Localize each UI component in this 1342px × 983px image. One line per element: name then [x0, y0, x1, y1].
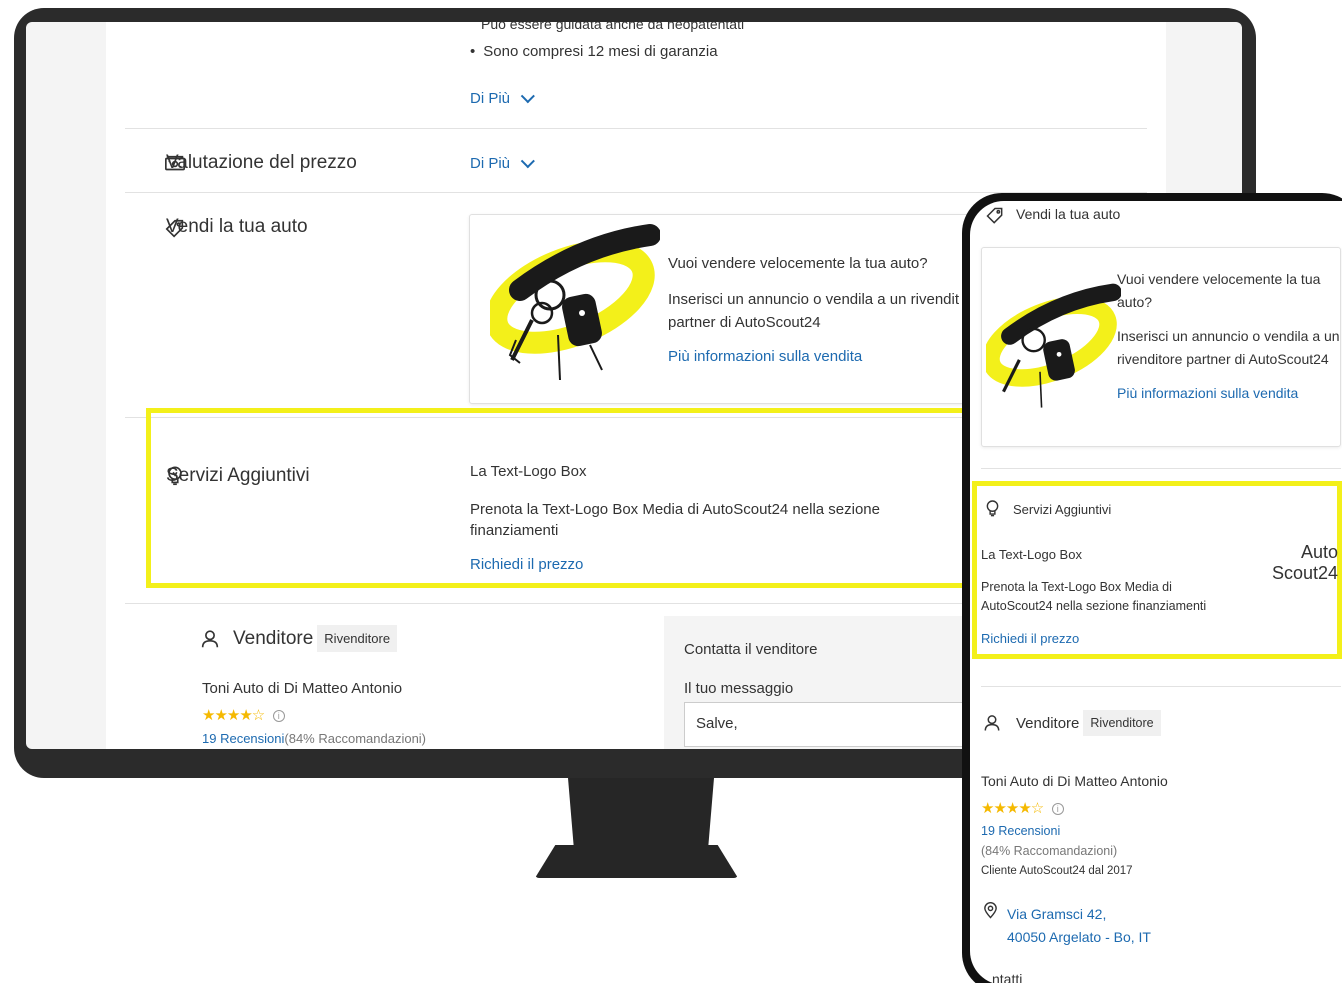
more-label: Di Più: [470, 155, 511, 172]
more-link-price[interactable]: Di Più: [470, 153, 535, 172]
message-field[interactable]: Salve,: [684, 702, 984, 747]
contact-panel: Contatta il venditore Il tuo messaggio S…: [664, 616, 984, 749]
mobile-sell-question: Vuoi vendere velocemente la tua auto?: [1117, 271, 1321, 310]
mobile-seller-header: Venditore Rivenditore: [982, 710, 1161, 736]
bullet-text: Sono compresi 12 mesi di garanzia: [483, 43, 718, 60]
chevron-down-icon: [520, 153, 535, 168]
divider: [125, 128, 1147, 129]
recommendations-text: (84% Raccomandazioni): [284, 731, 427, 746]
mobile-phone: Vendi la tua auto Vuoi vendere velocemen…: [962, 193, 1342, 983]
mobile-rating-stars: ★★★★☆ i: [981, 799, 1064, 818]
mobile-sell-text: Vuoi vendere velocemente la tua auto? In…: [1117, 268, 1342, 405]
car-keys-illustration: [986, 283, 1121, 408]
more-label: Di Più: [470, 90, 511, 107]
mobile-screen: Vendi la tua auto Vuoi vendere velocemen…: [970, 201, 1342, 983]
lightbulb-icon: [986, 500, 999, 517]
logo-line-1: Auto: [1300, 542, 1338, 562]
dealer-badge: Rivenditore: [317, 625, 398, 652]
mobile-sell-title: Vendi la tua auto: [1016, 206, 1121, 222]
tag-icon: [986, 207, 1003, 224]
mobile-sell-info-link[interactable]: Più informazioni sulla vendita: [1117, 382, 1342, 405]
highlight-frame-desktop: [146, 408, 986, 588]
chevron-down-icon: [520, 88, 535, 103]
mobile-sell-description: Inserisci un annuncio o vendila a un riv…: [1117, 328, 1340, 367]
mobile-reviews-link[interactable]: 19 Recensioni: [981, 824, 1060, 838]
logo-line-2: Scout24: [1271, 563, 1338, 583]
user-icon: [984, 715, 1000, 731]
sell-card: Vuoi vendere velocemente la tua auto? In…: [469, 214, 1029, 404]
autoscout24-logo: Auto Scout24: [1268, 542, 1338, 584]
contacts-heading: ntatti: [992, 971, 1023, 983]
message-label: Il tuo messaggio: [684, 680, 794, 697]
stars-icon: ★★★★☆: [202, 707, 265, 724]
user-icon: [201, 629, 219, 647]
info-icon[interactable]: i: [1051, 802, 1064, 815]
bullet-dot: •: [470, 43, 476, 60]
sell-section-title: Vendi la tua auto: [166, 216, 308, 237]
dealer-name: Toni Auto di Di Matteo Antonio: [202, 680, 403, 697]
mobile-dealer-badge: Rivenditore: [1083, 710, 1161, 736]
reviews-row: 19 Recensioni(84% Raccomandazioni): [202, 731, 426, 746]
bullet-cut-text: Può essere guidata anche da neopatentati: [481, 22, 745, 32]
customer-since: Cliente AutoScout24 dal 2017: [981, 865, 1133, 877]
monitor-stand-neck: [568, 778, 714, 848]
divider: [981, 468, 1341, 469]
stage: Può essere guidata anche da neopatentati…: [0, 0, 1342, 983]
more-link-features[interactable]: Di Più: [470, 88, 535, 107]
divider: [981, 686, 1341, 687]
mobile-request-price-link[interactable]: Richiedi il prezzo: [981, 631, 1079, 646]
info-icon[interactable]: i: [272, 709, 285, 722]
mobile-dealer-name: Toni Auto di Di Matteo Antonio: [981, 773, 1168, 789]
seller-title: Venditore: [233, 627, 314, 649]
mobile-services-subtitle: La Text-Logo Box: [981, 547, 1082, 562]
bullet-item: • Sono compresi 12 mesi di garanzia: [470, 43, 718, 60]
mobile-services-title: Servizi Aggiuntivi: [1013, 502, 1112, 517]
mobile-recommendations: (84% Raccomandazioni): [981, 844, 1118, 858]
price-section-title: Valutazione del prezzo: [166, 152, 357, 173]
rating-stars: ★★★★☆ i: [202, 706, 285, 725]
stars-icon: ★★★★☆: [981, 800, 1044, 817]
reviews-link[interactable]: 19 Recensioni: [202, 731, 284, 746]
address-line-2: 40050 Argelato - Bo, IT: [1007, 929, 1151, 945]
contact-title: Contatta il venditore: [684, 641, 818, 658]
location-pin-icon: [984, 902, 997, 919]
mobile-services-description: Prenota la Text-Logo Box Media di AutoSc…: [981, 580, 1207, 613]
address-link[interactable]: Via Gramsci 42, 40050 Argelato - Bo, IT: [1007, 903, 1151, 949]
address-line-1: Via Gramsci 42,: [1007, 906, 1107, 922]
seller-header: Venditore Rivenditore: [199, 625, 398, 652]
mobile-sell-card: Vuoi vendere velocemente la tua auto? In…: [981, 247, 1341, 447]
monitor-stand-base: [535, 845, 738, 878]
mobile-seller-title: Venditore: [1016, 714, 1080, 732]
car-keys-illustration: [490, 224, 660, 381]
